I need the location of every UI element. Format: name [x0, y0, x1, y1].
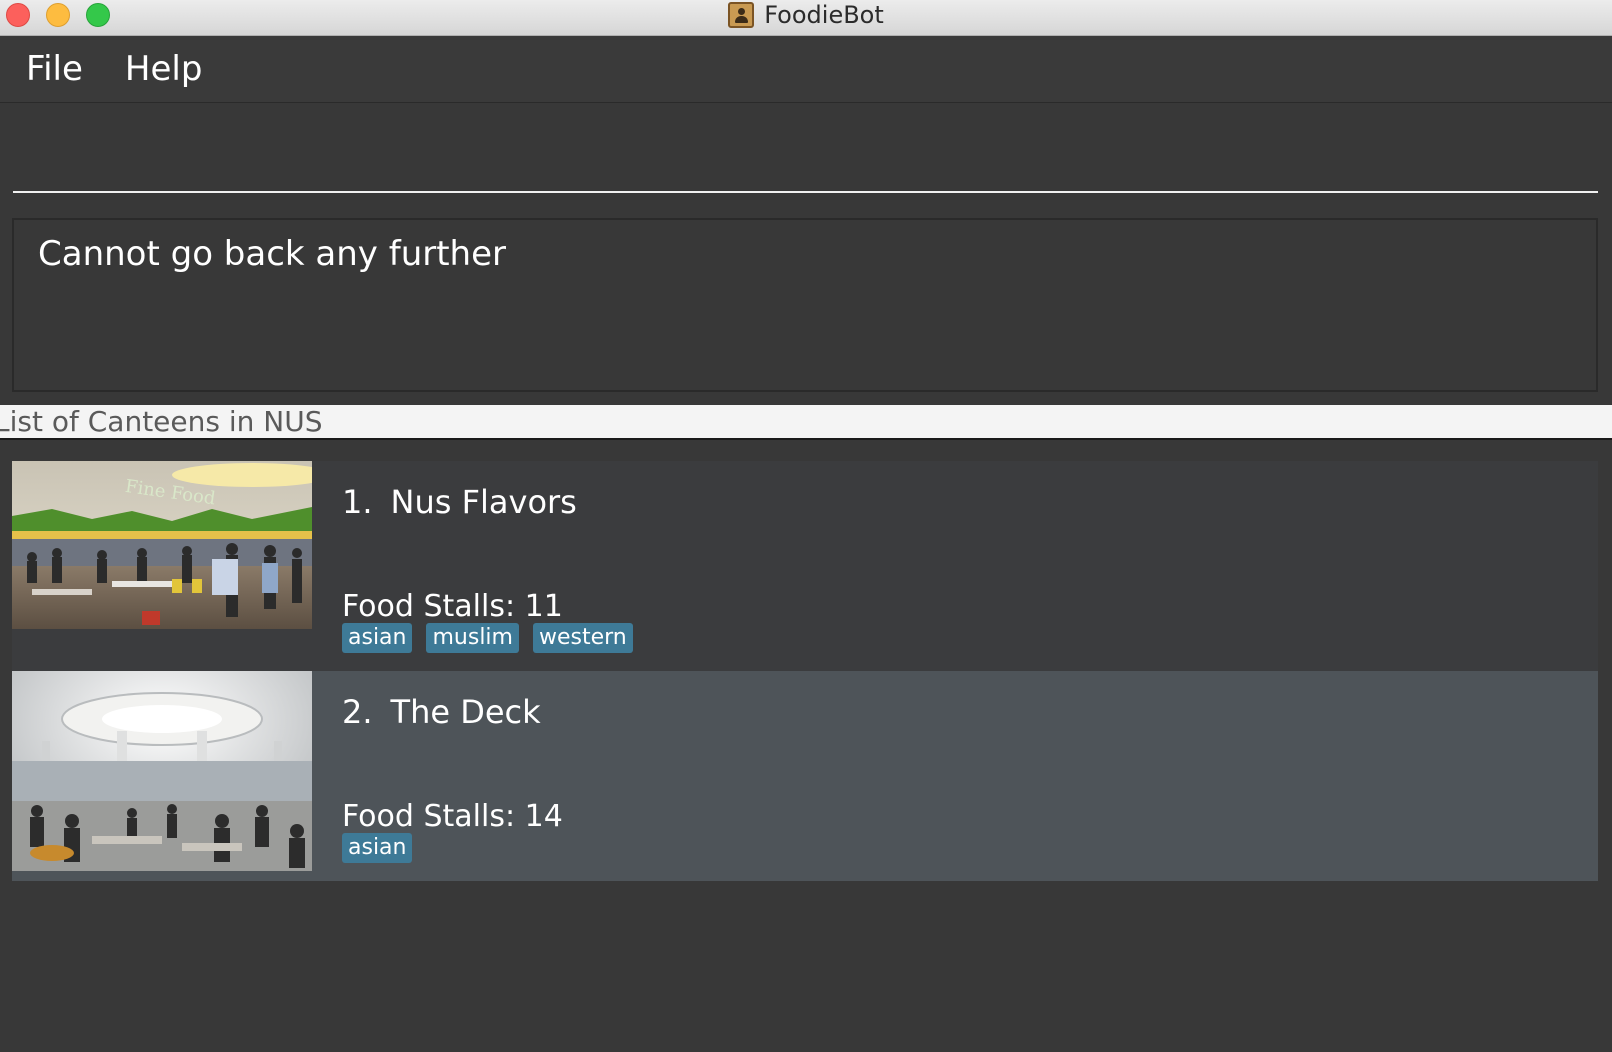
result-display: Cannot go back any further	[12, 218, 1598, 392]
menu-file[interactable]: File	[26, 49, 83, 89]
canteen-photo: Fine Food	[12, 461, 312, 629]
tag-badge: muslim	[426, 623, 519, 653]
window-title: FoodieBot	[764, 1, 884, 29]
canteen-tags: asian muslim western	[342, 623, 633, 653]
canteen-stalls: Food Stalls: 14	[342, 799, 563, 834]
list-header: List of Canteens in NUS	[0, 405, 1612, 440]
canteen-card[interactable]: 2. The Deck Food Stalls: 14 asian	[12, 671, 1598, 881]
window-title-group: FoodieBot	[0, 0, 1612, 30]
command-box	[0, 103, 1612, 203]
tag-badge: western	[532, 623, 633, 653]
canteen-index: 1.	[342, 483, 373, 521]
canteen-title: 2. The Deck	[342, 693, 541, 731]
result-message: Cannot go back any further	[38, 234, 506, 274]
app-icon	[728, 2, 755, 28]
tag-badge: asian	[342, 623, 413, 653]
canteen-card[interactable]: Fine Food 1. Nus Flavors Food Stalls: 11 …	[12, 461, 1598, 671]
canteen-tags: asian	[342, 833, 413, 863]
canteen-photo	[12, 671, 312, 871]
tag-badge: asian	[342, 833, 413, 863]
command-input[interactable]	[13, 103, 1598, 193]
window-titlebar: FoodieBot	[0, 0, 1612, 36]
canteen-title: 1. Nus Flavors	[342, 483, 577, 521]
canteen-name: The Deck	[390, 693, 541, 731]
menu-bar: File Help	[0, 36, 1612, 103]
list-header-label: List of Canteens in NUS	[0, 405, 323, 438]
menu-help[interactable]: Help	[125, 49, 203, 89]
canteen-stalls: Food Stalls: 11	[342, 589, 563, 624]
canteen-name: Nus Flavors	[390, 483, 577, 521]
canteen-index: 2.	[342, 693, 373, 731]
